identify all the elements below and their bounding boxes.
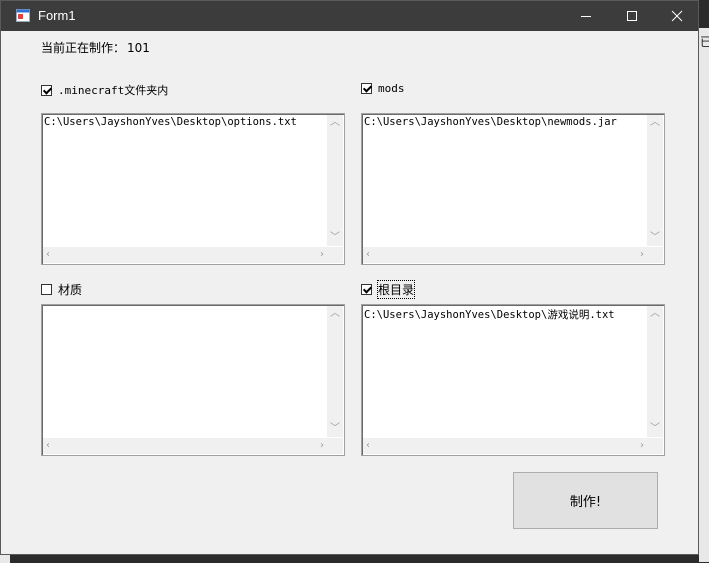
scroll-right-icon[interactable]: › <box>640 250 644 260</box>
scroll-left-icon[interactable]: ‹ <box>366 250 370 260</box>
app-icon <box>16 9 30 22</box>
close-icon <box>671 10 683 22</box>
scroll-right-icon[interactable]: › <box>320 441 324 451</box>
scroll-down-icon[interactable]: ﹀ <box>330 424 340 434</box>
textbox-minecraft-content: C:\Users\JayshonYves\Desktop\options.txt <box>44 116 297 128</box>
scroll-right-icon[interactable]: › <box>320 250 324 260</box>
checkbox-texture-box[interactable] <box>41 284 52 295</box>
checkbox-root[interactable]: 根目录 <box>361 280 416 299</box>
scroll-up-icon[interactable]: ︿ <box>650 309 660 319</box>
checkbox-minecraft[interactable]: .minecraft文件夹内 <box>41 82 168 98</box>
maximize-icon <box>627 11 637 21</box>
make-button[interactable]: 制作! <box>513 472 658 529</box>
status-label: 当前正在制作： <box>41 41 126 55</box>
title-bar[interactable]: Form1 <box>1 1 698 31</box>
horizontal-scrollbar[interactable]: ‹ › <box>363 247 647 263</box>
textbox-minecraft[interactable]: C:\Users\JayshonYves\Desktop\options.txt… <box>41 113 345 265</box>
maximize-button[interactable] <box>609 1 655 31</box>
scroll-up-icon[interactable]: ︿ <box>650 118 660 128</box>
checkbox-texture-label: 材质 <box>58 283 83 297</box>
scroll-down-icon[interactable]: ﹀ <box>330 233 340 243</box>
background-text-right: 已 <box>700 35 709 49</box>
textbox-root[interactable]: C:\Users\JayshonYves\Desktop\游戏说明.txt ︿ … <box>361 304 665 456</box>
vertical-scrollbar[interactable]: ︿ ﹀ <box>647 115 663 246</box>
vertical-scrollbar[interactable]: ︿ ﹀ <box>327 115 343 246</box>
horizontal-scrollbar[interactable]: ‹ › <box>363 438 647 454</box>
scroll-down-icon[interactable]: ﹀ <box>650 424 660 434</box>
background-window-right <box>699 28 709 562</box>
checkbox-minecraft-box[interactable] <box>41 84 52 96</box>
scrollbar-corner <box>327 247 343 263</box>
textbox-mods[interactable]: C:\Users\JayshonYves\Desktop\newmods.jar… <box>361 113 665 265</box>
horizontal-scrollbar[interactable]: ‹ › <box>43 247 327 263</box>
textbox-texture[interactable]: ︿ ﹀ ‹ › <box>41 304 345 456</box>
checkbox-minecraft-label: .minecraft文件夹内 <box>58 84 169 97</box>
checkbox-mods[interactable]: mods <box>361 82 405 95</box>
scroll-left-icon[interactable]: ‹ <box>46 250 50 260</box>
checkbox-mods-box[interactable] <box>361 83 372 94</box>
checkbox-texture[interactable]: 材质 <box>41 281 82 298</box>
scroll-left-icon[interactable]: ‹ <box>46 441 50 451</box>
vertical-scrollbar[interactable]: ︿ ﹀ <box>647 306 663 437</box>
scrollbar-corner <box>327 438 343 454</box>
scrollbar-corner <box>647 247 663 263</box>
minimize-button[interactable] <box>563 1 609 31</box>
vertical-scrollbar[interactable]: ︿ ﹀ <box>327 306 343 437</box>
scroll-up-icon[interactable]: ︿ <box>330 309 340 319</box>
minimize-icon <box>581 16 591 17</box>
checkbox-root-label: 根目录 <box>376 280 416 299</box>
scroll-up-icon[interactable]: ︿ <box>330 118 340 128</box>
scroll-left-icon[interactable]: ‹ <box>366 441 370 451</box>
textbox-root-content: C:\Users\JayshonYves\Desktop\游戏说明.txt <box>364 309 615 321</box>
scroll-down-icon[interactable]: ﹀ <box>650 233 660 243</box>
horizontal-scrollbar[interactable]: ‹ › <box>43 438 327 454</box>
status-value: 101 <box>127 41 150 55</box>
form-window: Form1 当前正在制作： 101 .minecraft文件夹内 C:\Users… <box>0 0 699 555</box>
scroll-right-icon[interactable]: › <box>640 441 644 451</box>
status-text: 当前正在制作： 101 <box>41 39 150 56</box>
checkbox-root-box[interactable] <box>361 284 372 295</box>
window-title: Form1 <box>38 8 76 23</box>
close-button[interactable] <box>654 1 700 31</box>
scrollbar-corner <box>647 438 663 454</box>
textbox-mods-content: C:\Users\JayshonYves\Desktop\newmods.jar <box>364 116 617 128</box>
checkbox-mods-label: mods <box>378 82 405 95</box>
